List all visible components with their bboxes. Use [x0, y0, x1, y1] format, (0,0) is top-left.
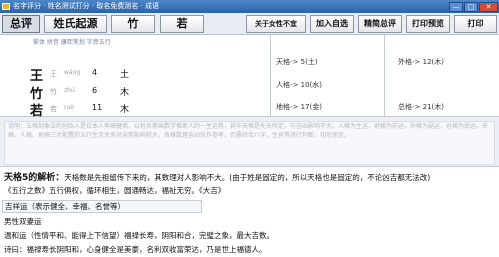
zong-value: 21(木)	[422, 103, 445, 111]
toolbar: 总评 姓氏起源 竹 若 关于女性不宜 加入自选 精简总评 打印预览 打印	[0, 13, 499, 35]
name-char: 王	[30, 69, 44, 84]
analysis-line: 诗曰：福禄寿长阴阳和，心身健全是美豪，名利双收富荣达，乃是世上福德人。	[4, 245, 267, 254]
stroke-count: 11	[92, 103, 103, 112]
divider	[384, 35, 385, 117]
element: 木	[120, 88, 130, 98]
print-button[interactable]: 打印	[454, 15, 497, 33]
column-header: 繁体 拼音 康熙笔划 字意五行	[33, 39, 111, 46]
maximize-button[interactable]: □	[464, 2, 478, 12]
pinyin: wáng	[64, 69, 81, 76]
wai-value: 12(木)	[422, 58, 445, 66]
pinyin: zhú	[64, 87, 75, 94]
ren-grid: 人格-> 10(水)	[276, 80, 322, 90]
char2-tab[interactable]: 若	[160, 15, 204, 33]
wai-grid: 外格-> 12(木)	[398, 57, 444, 67]
element: 土	[120, 70, 130, 80]
zong-grid: 总格-> 21(木)	[398, 102, 444, 112]
analysis-line: 男性双妻运	[4, 217, 42, 226]
traditional-char: 竹	[50, 88, 57, 96]
zong-label: 总格->	[398, 103, 421, 111]
minimize-button[interactable]: —	[449, 2, 463, 12]
traditional-char: 若	[50, 105, 57, 113]
element: 木	[120, 105, 130, 115]
score-tab[interactable]: 总评	[2, 15, 40, 33]
di-value: 17(金)	[300, 103, 323, 111]
detail-review-button[interactable]: 精简总评	[358, 15, 402, 33]
analysis-panel: 天格5的解析：天格数是先祖留传下来的，其数理对人影响不大。(由于姓是固定的，所以…	[0, 166, 499, 257]
analysis-heading: 天格5的解析：	[4, 173, 65, 183]
pinyin: ruò	[64, 104, 74, 111]
tian-label: 天格->	[276, 58, 299, 66]
tian-value: 5(土)	[300, 58, 318, 66]
stroke-count: 4	[92, 68, 98, 77]
di-grid: 地格-> 17(金)	[276, 102, 322, 112]
add-favorite-button[interactable]: 加入自选	[310, 15, 354, 33]
origin-tab[interactable]: 姓氏起源	[44, 15, 107, 33]
char1-tab[interactable]: 竹	[111, 15, 155, 33]
window-title: 名字评分 · 姓名测试打分 · 取名免费测名 · 成语	[13, 2, 160, 10]
di-label: 地格->	[276, 103, 299, 111]
app-icon	[2, 3, 10, 10]
stroke-count: 6	[92, 86, 98, 95]
analysis-heading-line: 天格5的解析：天格数是先祖留传下来的，其数理对人影响不大。(由于姓是固定的，所以…	[4, 170, 430, 183]
tian-grid: 天格-> 5(土)	[276, 57, 318, 67]
about-gender-button[interactable]: 关于女性不宜	[246, 15, 306, 33]
title-bar: 名字评分 · 姓名测试打分 · 取名免费测名 · 成语 — □ ✕	[0, 0, 499, 13]
divider	[270, 35, 271, 117]
analysis-line: 《五行之数》五行俱权，循环相生，圆通畅达，福祉无穷。《大吉》	[4, 186, 226, 195]
description-notes: 说明：五格剖象法的创始人是日本人熊崎健翁，以姓名笔画数字推断人的一生运势，其中天…	[4, 121, 495, 165]
name-char: 若	[30, 104, 44, 119]
ren-label: 人格->	[276, 81, 299, 89]
print-preview-button[interactable]: 打印预览	[406, 15, 450, 33]
ren-value: 10(水)	[300, 81, 323, 89]
analysis-line: 温和运（性情平和、能得上下信望）福禄长寿，阴阳和合，完璧之象，最大吉数。	[4, 231, 274, 240]
name-analysis-panel: 繁体 拼音 康熙笔划 字意五行 王 王 wáng 4 土 竹 竹 zhú 6 木…	[0, 35, 499, 119]
close-button[interactable]: ✕	[479, 2, 498, 12]
analysis-line: 吉祥运（表示健全、幸福、名誉等）	[2, 200, 202, 213]
wai-label: 外格->	[398, 58, 421, 66]
analysis-heading-text: 天格数是先祖留传下来的，其数理对人影响不大。(由于姓是固定的，所以天格也是固定的…	[64, 173, 431, 182]
traditional-char: 王	[50, 70, 57, 78]
